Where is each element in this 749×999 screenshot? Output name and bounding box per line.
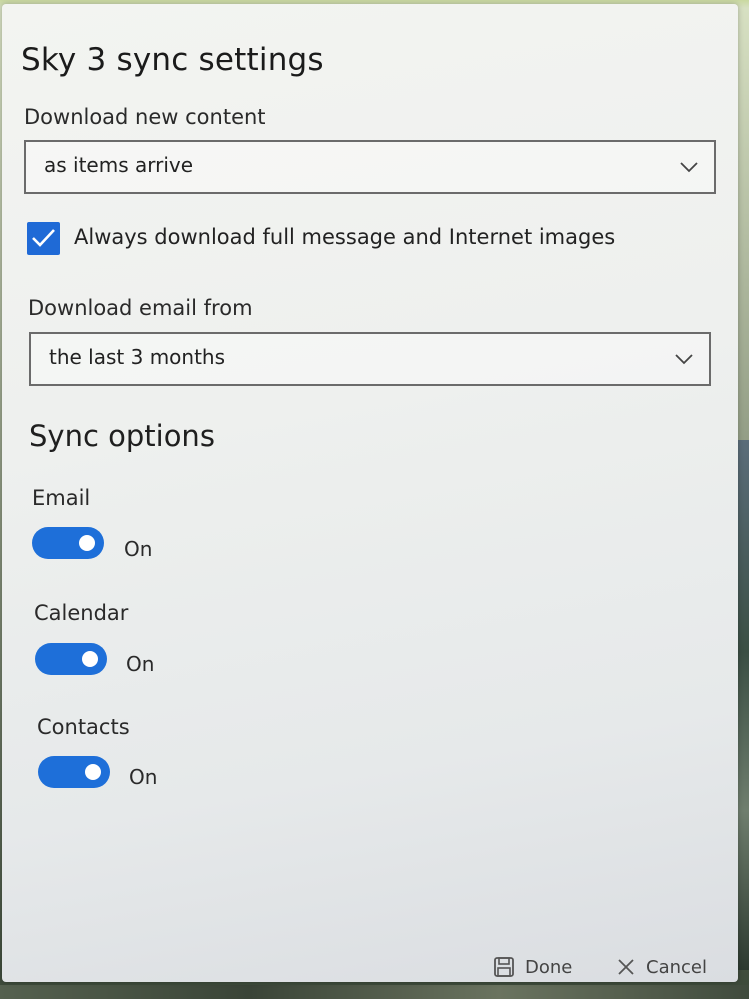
full-message-checkbox[interactable] (27, 222, 60, 255)
sync-calendar-toggle[interactable] (35, 643, 107, 675)
toggle-knob (79, 535, 95, 551)
chevron-down-icon (675, 354, 693, 365)
sync-email-label: Email (32, 486, 91, 510)
download-from-value: the last 3 months (49, 345, 226, 369)
download-from-label: Download email from (28, 296, 253, 320)
background-edge-bottom (0, 985, 749, 999)
cancel-button[interactable]: Cancel (616, 952, 707, 982)
save-icon (494, 957, 514, 977)
download-content-dropdown[interactable]: as items arrive (24, 140, 716, 194)
download-from-dropdown[interactable]: the last 3 months (29, 332, 711, 386)
background-edge-right (737, 440, 749, 970)
sync-calendar-label: Calendar (34, 601, 129, 625)
sync-email-state: On (124, 537, 153, 561)
sync-contacts-label: Contacts (37, 715, 130, 739)
chevron-down-icon (680, 162, 698, 173)
checkmark-icon (32, 229, 55, 247)
download-content-label: Download new content (24, 105, 266, 129)
toggle-knob (85, 764, 101, 780)
sync-options-title: Sync options (29, 419, 215, 453)
toggle-knob (82, 651, 98, 667)
sync-settings-dialog: Sky 3 sync settings Download new content… (2, 4, 738, 982)
done-button[interactable]: Done (493, 952, 572, 982)
sync-calendar-state: On (126, 652, 155, 676)
full-message-label: Always download full message and Interne… (74, 225, 616, 249)
sync-email-toggle[interactable] (32, 527, 104, 559)
cancel-label: Cancel (646, 956, 707, 978)
sync-contacts-toggle[interactable] (38, 756, 110, 788)
dialog-title: Sky 3 sync settings (21, 42, 324, 78)
done-label: Done (525, 956, 573, 978)
download-content-value: as items arrive (44, 153, 194, 177)
close-icon (618, 959, 634, 975)
sync-contacts-state: On (129, 765, 158, 789)
